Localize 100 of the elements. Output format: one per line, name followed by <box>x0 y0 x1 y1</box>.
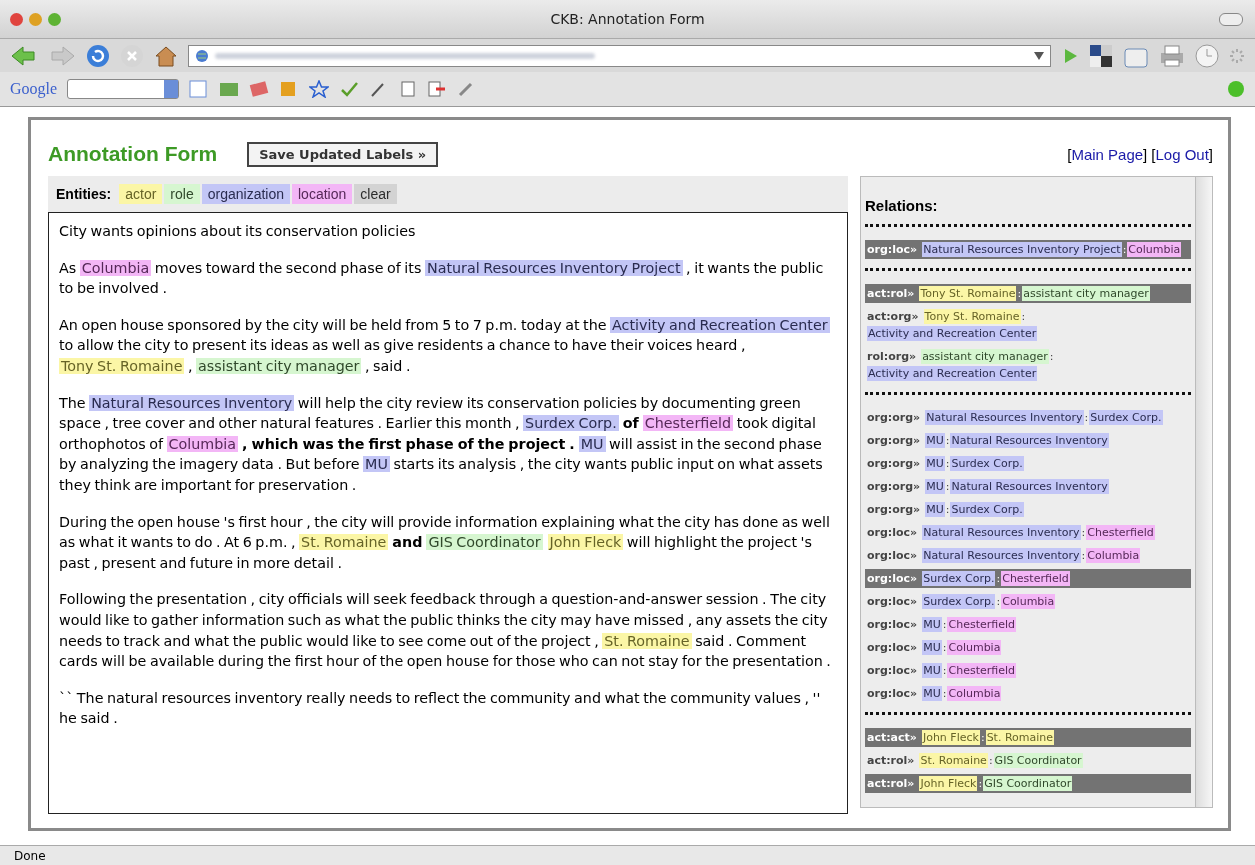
entity-highlight[interactable]: MU <box>578 435 606 452</box>
entity-chip[interactable]: Chesterfield <box>1086 525 1155 540</box>
entity-chip[interactable]: Surdex Corp. <box>1089 410 1163 425</box>
google-logo[interactable]: Google <box>10 80 58 98</box>
relation-row[interactable]: org:loc» MU : Chesterfield <box>865 661 1191 680</box>
star-icon[interactable] <box>309 80 330 98</box>
relation-row[interactable]: org:loc» MU : Chesterfield <box>865 615 1191 634</box>
entity-chip[interactable]: Tony St. Romaine <box>919 286 1017 301</box>
page-link[interactable]: Log Out <box>1155 145 1209 163</box>
dropdown-arrow-icon[interactable] <box>1034 51 1044 60</box>
entity-chip[interactable]: Surdex Corp. <box>922 594 996 609</box>
relation-row[interactable]: rol:org» assistant city manager : Activity and Recreation Center <box>865 347 1191 383</box>
entity-chip[interactable]: Columbia <box>1001 594 1056 609</box>
toolbar-toggle-icon[interactable] <box>1219 12 1243 26</box>
save-button[interactable]: Save Updated Labels » <box>247 141 439 167</box>
entity-highlight[interactable]: Chesterfield <box>642 415 734 432</box>
relation-row[interactable]: act:rol» John Fleck : GIS Coordinator <box>865 774 1191 793</box>
entity-chip[interactable]: Chesterfield <box>947 617 1016 632</box>
entity-chip[interactable]: John Fleck <box>921 730 980 745</box>
relation-row[interactable]: org:org» MU : Surdex Corp. <box>865 500 1191 519</box>
entity-chip[interactable]: Natural Resources Inventory Project <box>922 242 1122 257</box>
status-dot-icon[interactable] <box>1227 80 1245 98</box>
relation-row[interactable]: org:loc» MU : Columbia <box>865 638 1191 657</box>
entity-highlight[interactable]: St. Romaine <box>299 534 389 551</box>
entity-chip[interactable]: MU <box>922 686 942 701</box>
entity-chip[interactable]: MU <box>925 479 945 494</box>
search-field[interactable] <box>67 79 180 99</box>
entity-type-button[interactable]: clear <box>354 184 397 204</box>
entity-chip[interactable]: St. Romaine <box>985 730 1055 745</box>
forward-arrow-icon[interactable] <box>48 44 76 67</box>
relation-row[interactable]: act:rol» Tony St. Romaine : assistant city manager <box>865 284 1191 303</box>
minimize-icon[interactable] <box>29 12 42 26</box>
entity-chip[interactable]: MU <box>925 456 945 471</box>
back-arrow-icon[interactable] <box>10 44 38 67</box>
entity-chip[interactable]: Activity and Recreation Center <box>867 326 1038 341</box>
entity-highlight[interactable]: assistant city manager <box>196 357 362 374</box>
entity-chip[interactable]: Columbia <box>1086 548 1141 563</box>
relation-row[interactable]: org:loc» Surdex Corp. : Chesterfield <box>865 569 1191 588</box>
scrollbar[interactable] <box>1195 177 1212 807</box>
entity-highlight[interactable]: Columbia <box>79 259 152 276</box>
entity-type-button[interactable]: actor <box>119 184 163 204</box>
entity-chip[interactable]: Columbia <box>947 686 1002 701</box>
entity-chip[interactable]: John Fleck <box>919 776 978 791</box>
entity-chip[interactable]: MU <box>922 663 942 678</box>
address-field[interactable] <box>188 44 1051 67</box>
entity-chip[interactable]: St. Romaine <box>919 753 988 768</box>
entity-highlight[interactable]: Natural Resources Inventory Project <box>424 259 683 276</box>
entity-chip[interactable]: Natural Resources Inventory <box>925 410 1084 425</box>
relation-row[interactable]: org:loc» Natural Resources Inventory : Chesterfield <box>865 523 1191 542</box>
entity-chip[interactable]: Chesterfield <box>947 663 1016 678</box>
reload-icon[interactable] <box>86 43 110 68</box>
entity-chip[interactable]: Surdex Corp. <box>950 456 1024 471</box>
entity-chip[interactable]: Surdex Corp. <box>950 502 1024 517</box>
entity-chip[interactable]: Chesterfield <box>1001 571 1070 586</box>
relation-row[interactable]: org:org» MU : Natural Resources Inventory <box>865 431 1191 450</box>
entity-type-button[interactable]: role <box>164 184 200 204</box>
entity-chip[interactable]: Tony St. Romaine <box>923 309 1021 324</box>
entity-chip[interactable]: GIS Coordinator <box>993 753 1083 768</box>
entity-highlight[interactable]: GIS Coordinator <box>426 534 543 551</box>
entity-highlight[interactable]: John Fleck <box>547 534 624 551</box>
relation-row[interactable]: act:org» Tony St. Romaine : Activity and Recreation Center <box>865 307 1191 343</box>
entity-chip[interactable]: MU <box>925 502 945 517</box>
entity-chip[interactable]: Natural Resources Inventory <box>950 479 1109 494</box>
relation-row[interactable]: org:loc» Natural Resources Inventory Project : Columbia <box>865 240 1191 259</box>
entity-chip[interactable]: Columbia <box>947 640 1002 655</box>
entity-chip[interactable]: Surdex Corp. <box>922 571 996 586</box>
entity-type-button[interactable]: organization <box>201 184 290 204</box>
entity-highlight[interactable]: Surdex Corp. <box>523 415 619 432</box>
entity-chip[interactable]: MU <box>922 617 942 632</box>
tiles-icon[interactable] <box>1089 43 1113 68</box>
entity-highlight[interactable]: Columbia <box>166 435 239 452</box>
relation-row[interactable]: org:org» MU : Natural Resources Inventory <box>865 477 1191 496</box>
entity-chip[interactable]: MU <box>925 433 945 448</box>
entity-highlight[interactable]: St. Romaine <box>602 632 692 649</box>
relation-row[interactable]: org:org» Natural Resources Inventory : Surdex Corp. <box>865 408 1191 427</box>
entity-chip[interactable]: MU <box>922 640 942 655</box>
clock-icon[interactable] <box>1195 43 1219 68</box>
entity-highlight[interactable]: Natural Resources Inventory <box>89 394 295 411</box>
zoom-icon[interactable] <box>48 12 61 26</box>
entity-chip[interactable]: Activity and Recreation Center <box>867 366 1038 381</box>
relation-row[interactable]: org:loc» Natural Resources Inventory : Columbia <box>865 546 1191 565</box>
relation-row[interactable]: act:rol» St. Romaine : GIS Coordinator <box>865 751 1191 770</box>
entity-chip[interactable]: assistant city manager <box>1022 286 1150 301</box>
entity-highlight[interactable]: Tony St. Romaine <box>59 357 185 374</box>
entity-chip[interactable]: GIS Coordinator <box>983 776 1073 791</box>
relation-row[interactable]: org:org» MU : Surdex Corp. <box>865 454 1191 473</box>
relation-row[interactable]: act:act» John Fleck : St. Romaine <box>865 728 1191 747</box>
spellcheck-icon[interactable] <box>339 80 360 98</box>
entity-highlight[interactable]: MU <box>363 456 390 473</box>
entity-chip[interactable]: Natural Resources Inventory <box>922 525 1081 540</box>
entity-type-button[interactable]: location <box>292 184 353 204</box>
entity-chip[interactable]: Natural Resources Inventory <box>922 548 1081 563</box>
close-icon[interactable] <box>10 12 23 26</box>
relation-row[interactable]: org:loc» MU : Columbia <box>865 684 1191 703</box>
entity-highlight[interactable]: Activity and Recreation Center <box>610 316 830 333</box>
entity-chip[interactable]: Columbia <box>1127 242 1182 257</box>
entity-chip[interactable]: assistant city manager <box>921 349 1049 364</box>
printer-icon[interactable] <box>1159 43 1185 68</box>
entity-chip[interactable]: Natural Resources Inventory <box>950 433 1109 448</box>
relation-row[interactable]: org:loc» Surdex Corp. : Columbia <box>865 592 1191 611</box>
